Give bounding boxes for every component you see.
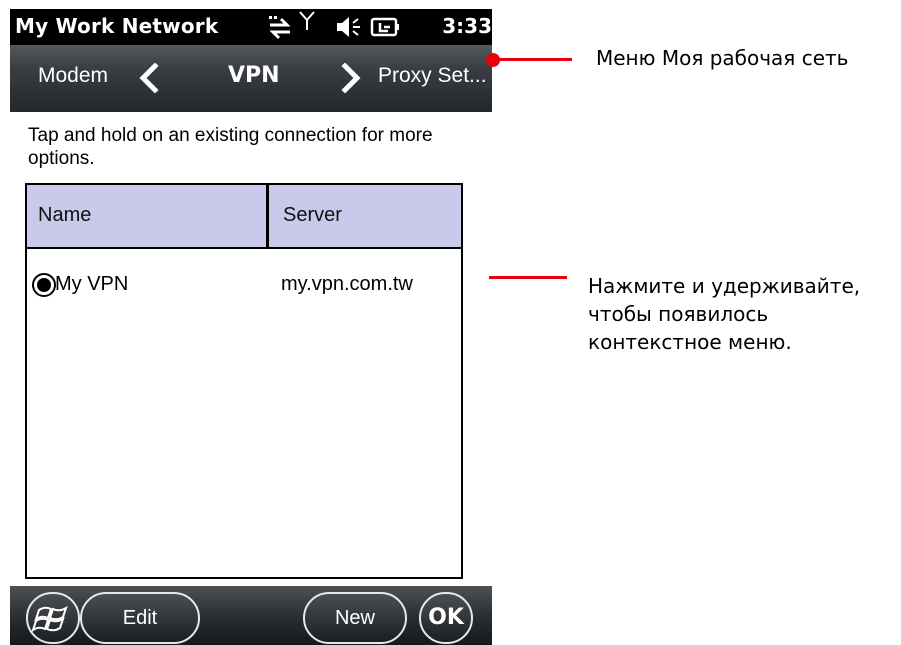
column-header-name[interactable]: Name bbox=[27, 185, 269, 247]
speaker-icon bbox=[335, 14, 363, 44]
chevron-right-icon[interactable] bbox=[340, 62, 362, 97]
row-name: My VPN bbox=[55, 273, 129, 295]
status-bar: My Work Network 3:33 bbox=[10, 9, 492, 45]
callout-hold-line3: контекстное меню. bbox=[588, 330, 792, 354]
hint-text: Tap and hold on an existing connection f… bbox=[28, 125, 433, 169]
data-sync-icon bbox=[265, 12, 295, 46]
callout-menu-text: Меню Моя рабочая сеть bbox=[596, 46, 849, 70]
callout-line-hold bbox=[489, 276, 567, 279]
windows-logo-icon bbox=[28, 605, 78, 645]
callout-line-menu bbox=[492, 58, 572, 61]
softkey-bar: Edit New OK bbox=[10, 586, 492, 645]
radio-dot bbox=[37, 278, 51, 292]
status-time: 3:33 bbox=[442, 14, 492, 38]
column-header-server[interactable]: Server bbox=[272, 185, 461, 247]
signal-antenna-icon bbox=[298, 10, 316, 36]
new-button[interactable]: New bbox=[303, 592, 407, 644]
device-screen: My Work Network 3:33 Modem VPN Proxy Set… bbox=[10, 9, 492, 645]
column-header-server-label: Server bbox=[283, 204, 342, 226]
vpn-page: Tap and hold on an existing connection f… bbox=[10, 112, 492, 586]
vpn-connection-list[interactable]: Name Server My VPN my.vpn.com.tw bbox=[25, 183, 463, 579]
start-button[interactable] bbox=[26, 592, 80, 644]
list-row[interactable]: My VPN my.vpn.com.tw bbox=[27, 251, 461, 297]
row-server: my.vpn.com.tw bbox=[281, 273, 413, 295]
column-header-name-label: Name bbox=[38, 204, 92, 226]
radio-selected-icon[interactable] bbox=[32, 273, 56, 297]
tab-vpn[interactable]: VPN bbox=[228, 63, 280, 88]
tab-modem[interactable]: Modem bbox=[38, 64, 108, 88]
callout-hold-text: Нажмите и удерживайте, чтобы появилось к… bbox=[588, 272, 860, 356]
edit-button[interactable]: Edit bbox=[80, 592, 200, 644]
settings-tab-bar: Modem VPN Proxy Set... bbox=[10, 45, 492, 112]
chevron-left-icon[interactable] bbox=[138, 62, 160, 97]
ok-button[interactable]: OK bbox=[419, 592, 473, 644]
battery-charging-icon bbox=[370, 15, 400, 43]
callout-hold-line1: Нажмите и удерживайте, bbox=[588, 274, 861, 298]
tab-proxy-settings[interactable]: Proxy Set... bbox=[378, 64, 487, 88]
status-title[interactable]: My Work Network bbox=[15, 14, 218, 38]
list-header: Name Server bbox=[27, 185, 461, 249]
callout-hold-line2: чтобы появилось bbox=[588, 302, 769, 326]
